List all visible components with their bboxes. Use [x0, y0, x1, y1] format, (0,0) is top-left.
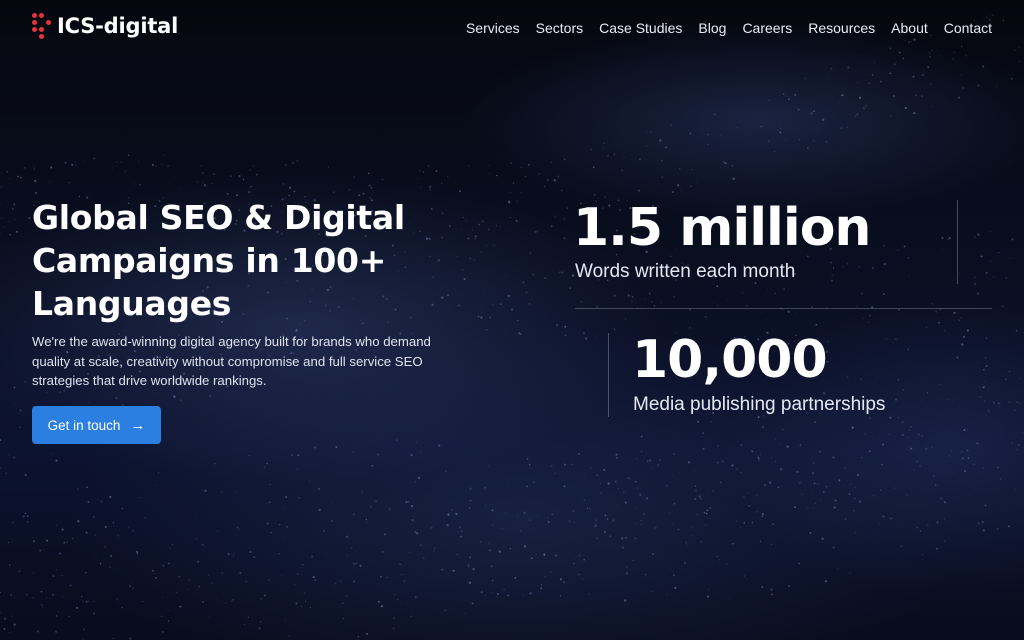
- hero-description: We're the award-winning digital agency b…: [32, 334, 431, 388]
- stat-divider-horizontal: [575, 308, 992, 309]
- hero-title: Global SEO & Digital Campaigns in 100+ L…: [32, 198, 405, 323]
- nav-item-blog[interactable]: Blog: [698, 20, 726, 36]
- logo[interactable]: ICS-digital: [32, 13, 178, 39]
- nav-item-about[interactable]: About: [891, 20, 928, 36]
- main-nav: Services Sectors Case Studies Blog Caree…: [466, 20, 992, 36]
- nav-item-careers[interactable]: Careers: [742, 20, 792, 36]
- stat-label-words: Words written each month: [575, 261, 796, 282]
- stat-divider-vertical: [957, 200, 958, 284]
- stat-value-partnerships: 10,000: [632, 330, 828, 390]
- stat-label-partnerships: Media publishing partnerships: [633, 394, 886, 415]
- dot-grid-logo-icon: [32, 13, 51, 39]
- arrow-right-icon: →: [130, 416, 146, 434]
- get-in-touch-button[interactable]: Get in touch →: [32, 406, 161, 444]
- cta-label: Get in touch: [47, 417, 121, 433]
- nav-item-sectors[interactable]: Sectors: [536, 20, 583, 36]
- nav-item-contact[interactable]: Contact: [944, 20, 992, 36]
- nav-item-case-studies[interactable]: Case Studies: [599, 20, 682, 36]
- stat-divider-vertical: [608, 333, 609, 417]
- logo-text: ICS-digital: [57, 14, 179, 38]
- nav-item-resources[interactable]: Resources: [808, 20, 875, 36]
- nav-item-services[interactable]: Services: [466, 20, 520, 36]
- stat-value-words: 1.5 million: [573, 198, 871, 258]
- page: ICS-digital Services Sectors Case Studie…: [0, 0, 1024, 640]
